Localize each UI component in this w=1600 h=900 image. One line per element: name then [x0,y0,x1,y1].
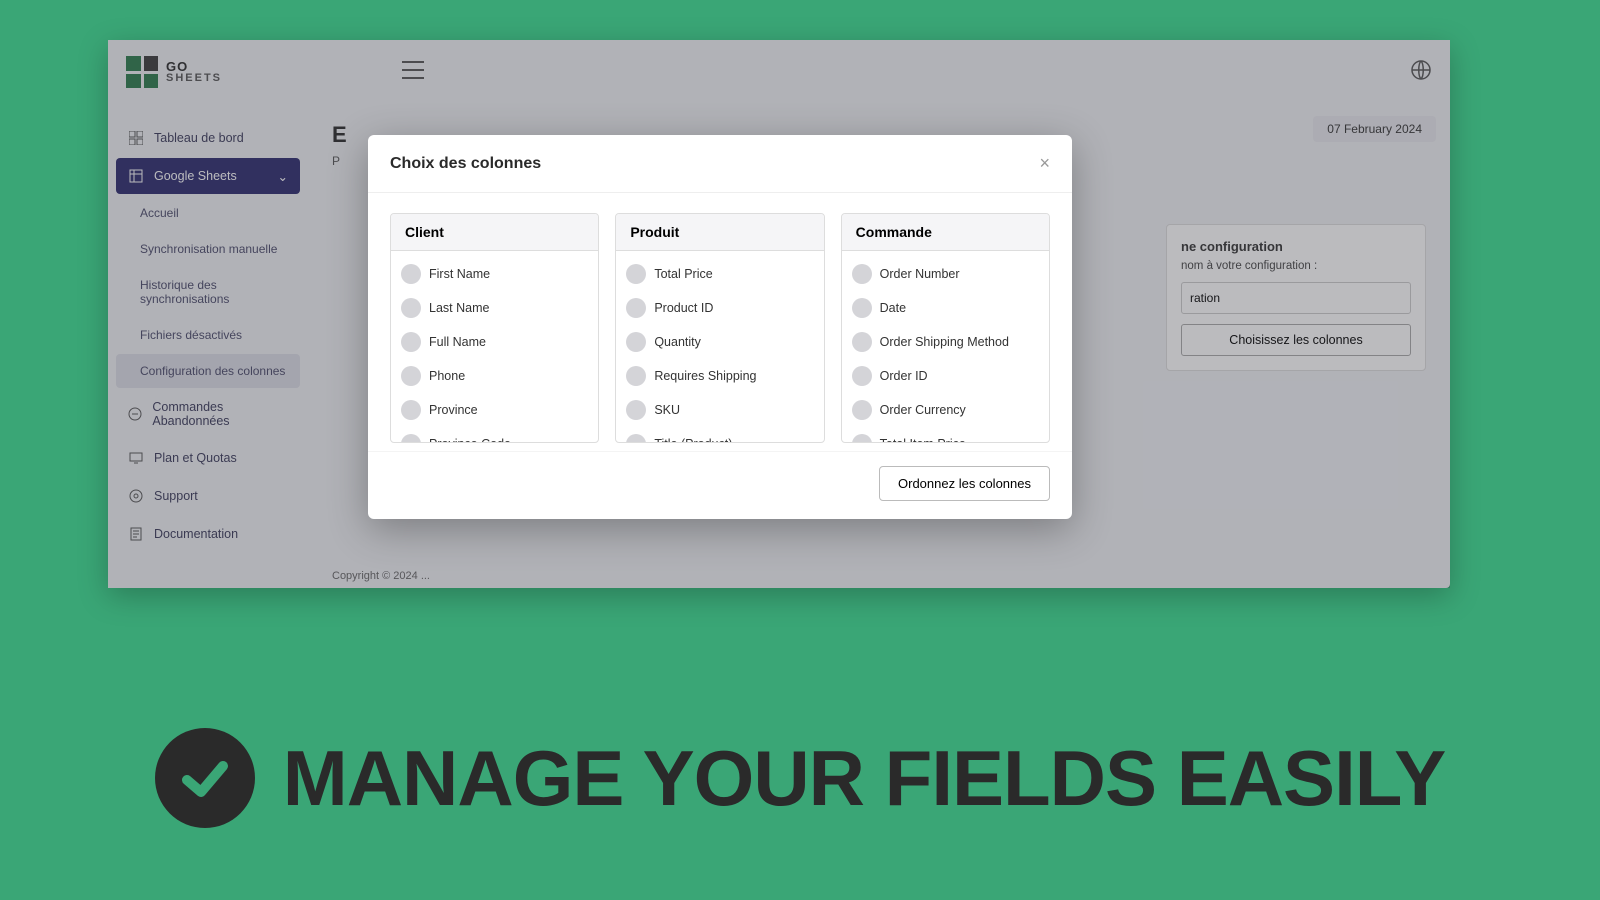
column-toggle-item[interactable]: Date [852,291,1039,325]
column-label: First Name [429,267,490,281]
column-toggle-item[interactable]: Product ID [626,291,813,325]
toggle-icon [626,264,646,284]
toggle-icon [401,298,421,318]
toggle-icon [852,434,872,443]
modal-title: Choix des colonnes [390,155,541,173]
toggle-icon [852,366,872,386]
column-toggle-item[interactable]: Province Code [401,427,588,443]
column-toggle-item[interactable]: First Name [401,257,588,291]
column-label: Order ID [880,369,928,383]
column-label: Total Item Price [880,437,966,443]
column-toggle-item[interactable]: Order ID [852,359,1039,393]
toggle-icon [852,298,872,318]
toggle-icon [626,298,646,318]
order-columns-button[interactable]: Ordonnez les colonnes [879,466,1050,501]
toggle-icon [401,434,421,443]
column-label: Quantity [654,335,701,349]
column-label: Requires Shipping [654,369,756,383]
toggle-icon [626,332,646,352]
toggle-icon [626,434,646,443]
toggle-icon [401,366,421,386]
modal-footer: Ordonnez les colonnes [368,451,1072,519]
column-toggle-item[interactable]: Order Currency [852,393,1039,427]
column-toggle-item[interactable]: Phone [401,359,588,393]
modal-body: Client First Name Last Name Full Name Phone P… [368,193,1072,451]
column-toggle-item[interactable]: Quantity [626,325,813,359]
column-group-header: Produit [616,214,823,251]
column-toggle-item[interactable]: Order Shipping Method [852,325,1039,359]
column-label: Product ID [654,301,713,315]
column-toggle-item[interactable]: SKU [626,393,813,427]
promo-banner: MANAGE YOUR FIELDS EASILY [0,728,1600,828]
toggle-icon [852,264,872,284]
column-label: Title (Product) [654,437,732,443]
promo-text: MANAGE YOUR FIELDS EASILY [283,733,1446,824]
column-toggle-item[interactable]: Last Name [401,291,588,325]
column-label: Last Name [429,301,489,315]
column-label: Province [429,403,478,417]
toggle-icon [401,332,421,352]
toggle-icon [401,400,421,420]
modal-header: Choix des colonnes × [368,135,1072,193]
column-toggle-item[interactable]: Province [401,393,588,427]
column-label: Total Price [654,267,712,281]
column-toggle-item[interactable]: Total Item Price [852,427,1039,443]
column-toggle-item[interactable]: Total Price [626,257,813,291]
toggle-icon [401,264,421,284]
toggle-icon [626,400,646,420]
column-choice-modal: Choix des colonnes × Client First Name Las… [368,135,1072,519]
toggle-icon [852,332,872,352]
toggle-icon [852,400,872,420]
column-label: Phone [429,369,465,383]
toggle-icon [626,366,646,386]
column-label: Province Code [429,437,511,443]
close-icon[interactable]: × [1039,153,1050,174]
column-group: Produit Total Price Product ID Quantity Requ… [615,213,824,443]
check-circle-icon [155,728,255,828]
column-group-header: Commande [842,214,1049,251]
column-toggle-item[interactable]: Full Name [401,325,588,359]
column-group: Client First Name Last Name Full Name Phone P… [390,213,599,443]
column-group-header: Client [391,214,598,251]
column-group: Commande Order Number Date Order Shipping M… [841,213,1050,443]
column-label: Full Name [429,335,486,349]
column-label: Order Currency [880,403,966,417]
column-label: Order Shipping Method [880,335,1009,349]
column-toggle-item[interactable]: Order Number [852,257,1039,291]
column-label: Date [880,301,906,315]
column-label: SKU [654,403,680,417]
column-toggle-item[interactable]: Title (Product) [626,427,813,443]
column-toggle-item[interactable]: Requires Shipping [626,359,813,393]
column-label: Order Number [880,267,960,281]
